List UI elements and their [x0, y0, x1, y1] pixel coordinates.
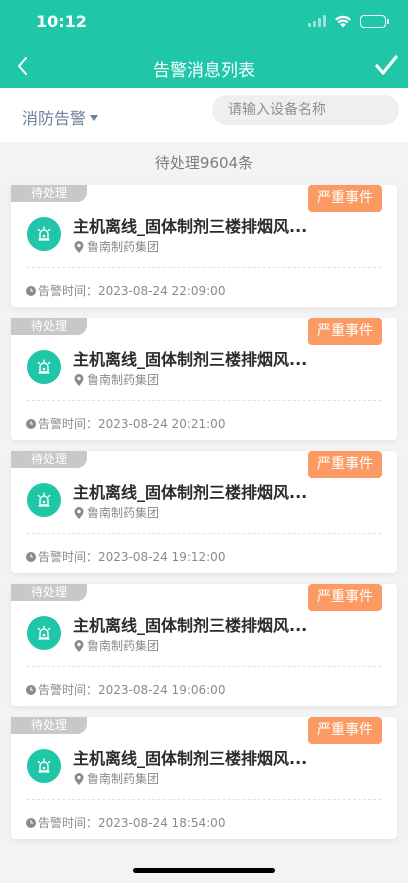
location-pin-icon — [74, 639, 84, 652]
severity-badge: 严重事件 — [308, 584, 382, 611]
severity-badge: 严重事件 — [308, 717, 382, 744]
alarm-title: 主机离线_固体制剂三楼排烟风... — [73, 749, 308, 768]
confirm-check-button[interactable] — [370, 50, 402, 82]
alarm-type-dropdown[interactable]: 消防告警 — [22, 105, 99, 129]
wifi-icon — [335, 15, 351, 28]
status-tag: 待处理 — [11, 451, 87, 468]
app-header: 10:12 告警消息列表 — [0, 0, 408, 88]
alarm-card[interactable]: 待处理 严重事件 主机离线_固体制剂三楼排烟风... 鲁南制药集团 告警时间：2… — [11, 451, 397, 573]
device-search-input[interactable] — [212, 95, 399, 125]
alarm-light-icon — [27, 483, 61, 517]
location-pin-icon — [74, 772, 84, 785]
location-row: 鲁南制药集团 — [74, 238, 159, 255]
divider — [27, 533, 381, 534]
location-text: 鲁南制药集团 — [87, 639, 160, 653]
alarm-title: 主机离线_固体制剂三楼排烟风... — [73, 616, 308, 635]
clock-icon — [26, 817, 36, 828]
alarm-card[interactable]: 待处理 严重事件 主机离线_固体制剂三楼排烟风... 鲁南制药集团 告警时间：2… — [11, 185, 397, 307]
severity-badge: 严重事件 — [308, 451, 382, 478]
cellular-signal-icon — [308, 15, 326, 27]
alarm-time-row: 告警时间：2023-08-24 19:12:00 — [26, 548, 225, 565]
severity-badge: 严重事件 — [308, 185, 382, 212]
location-pin-icon — [74, 373, 84, 386]
divider — [27, 666, 381, 667]
alarm-title: 主机离线_固体制剂三楼排烟风... — [73, 483, 308, 502]
alarm-card[interactable]: 待处理 严重事件 主机离线_固体制剂三楼排烟风... 鲁南制药集团 告警时间：2… — [11, 318, 397, 440]
location-pin-icon — [74, 506, 84, 519]
alarm-time-row: 告警时间：2023-08-24 19:06:00 — [26, 681, 225, 698]
alarm-time-row: 告警时间：2023-08-24 22:09:00 — [26, 282, 225, 299]
alarm-light-icon — [27, 217, 61, 251]
alarm-type-label: 消防告警 — [22, 109, 87, 128]
status-tag: 待处理 — [11, 185, 87, 202]
location-text: 鲁南制药集团 — [87, 772, 160, 786]
status-icons — [308, 14, 389, 28]
alarm-time-row: 告警时间：2023-08-24 20:21:00 — [26, 415, 225, 432]
location-row: 鲁南制药集团 — [74, 371, 159, 388]
clock-icon — [26, 684, 36, 695]
alarm-card[interactable]: 待处理 严重事件 主机离线_固体制剂三楼排烟风... 鲁南制药集团 告警时间：2… — [11, 584, 397, 706]
nav-bar: 告警消息列表 — [0, 44, 408, 88]
location-text: 鲁南制药集团 — [87, 506, 160, 520]
location-row: 鲁南制药集团 — [74, 504, 159, 521]
home-indicator — [133, 868, 275, 873]
clock-icon — [26, 418, 36, 429]
location-row: 鲁南制药集团 — [74, 770, 159, 787]
alarm-time-text: 告警时间：2023-08-24 19:06:00 — [38, 683, 226, 697]
alarm-time-row: 告警时间：2023-08-24 18:54:00 — [26, 814, 225, 831]
location-text: 鲁南制药集团 — [87, 373, 160, 387]
alarm-time-text: 告警时间：2023-08-24 18:54:00 — [38, 816, 226, 830]
status-tag: 待处理 — [11, 318, 87, 335]
alarm-time-text: 告警时间：2023-08-24 20:21:00 — [38, 417, 226, 431]
clock-icon — [26, 285, 36, 296]
alarm-light-icon — [27, 616, 61, 650]
page-title: 告警消息列表 — [153, 61, 255, 81]
clock-icon — [26, 551, 36, 562]
alarm-title: 主机离线_固体制剂三楼排烟风... — [73, 350, 308, 369]
caret-down-icon — [90, 115, 99, 121]
status-tag: 待处理 — [11, 584, 87, 601]
location-row: 鲁南制药集团 — [74, 637, 159, 654]
severity-badge: 严重事件 — [308, 318, 382, 345]
battery-icon — [360, 14, 389, 28]
status-time: 10:12 — [36, 12, 87, 31]
alarm-light-icon — [27, 749, 61, 783]
status-tag: 待处理 — [11, 717, 87, 734]
location-pin-icon — [74, 240, 84, 253]
location-text: 鲁南制药集团 — [87, 240, 160, 254]
divider — [27, 799, 381, 800]
pending-count: 待处理9604条 — [154, 154, 254, 172]
divider — [27, 267, 381, 268]
alarm-light-icon — [27, 350, 61, 384]
divider — [27, 400, 381, 401]
alarm-time-text: 告警时间：2023-08-24 19:12:00 — [38, 550, 226, 564]
alarm-time-text: 告警时间：2023-08-24 22:09:00 — [38, 284, 226, 298]
alarm-card[interactable]: 待处理 严重事件 主机离线_固体制剂三楼排烟风... 鲁南制药集团 告警时间：2… — [11, 717, 397, 839]
alarm-title: 主机离线_固体制剂三楼排烟风... — [73, 217, 308, 236]
status-bar: 10:12 — [0, 0, 408, 44]
